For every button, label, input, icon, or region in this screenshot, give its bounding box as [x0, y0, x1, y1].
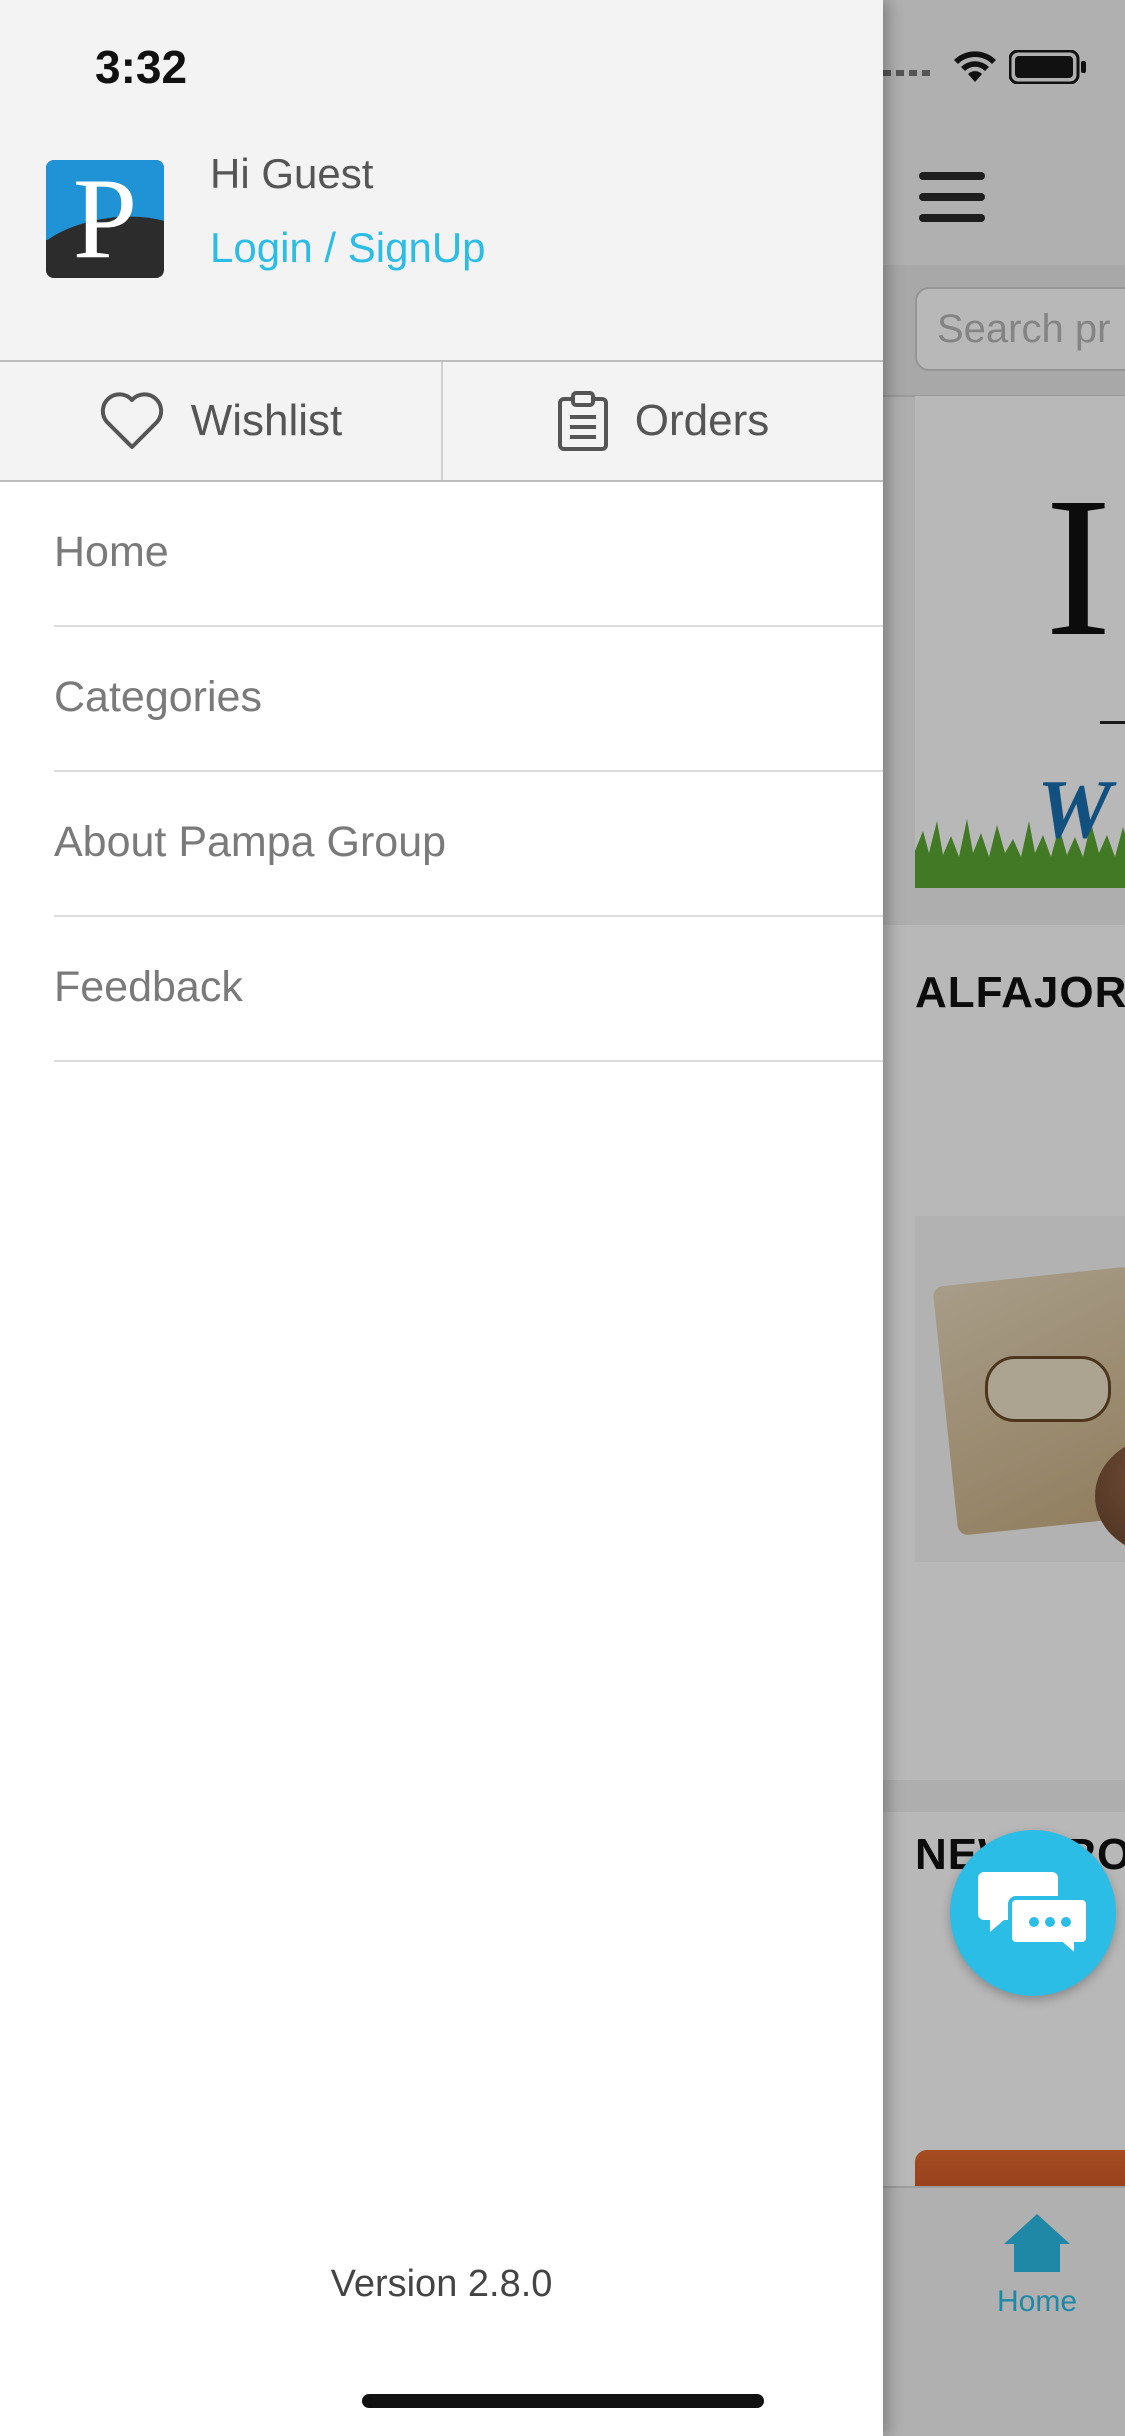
wifi-icon — [954, 51, 996, 82]
battery-icon — [1009, 50, 1086, 84]
home-icon — [1004, 2214, 1070, 2272]
wishlist-button[interactable]: Wishlist — [0, 362, 443, 480]
wishlist-label: Wishlist — [190, 396, 343, 445]
bottom-tab-bar: Home — [883, 2186, 1125, 2436]
product-card[interactable] — [915, 1216, 1125, 1562]
app-logo-letter: P — [72, 160, 138, 278]
chat-bubbles-icon — [978, 1872, 1090, 1960]
hamburger-menu-icon[interactable] — [919, 172, 985, 222]
orders-label: Orders — [634, 396, 770, 445]
app-logo: P — [46, 160, 164, 278]
heart-icon — [100, 392, 163, 449]
menu-item-categories[interactable]: Categories — [54, 627, 883, 772]
search-bar: Search pr — [883, 265, 1125, 397]
menu-item-label: Categories — [54, 673, 262, 721]
menu-item-label: Home — [54, 528, 169, 576]
app-version: Version 2.8.0 — [330, 2263, 553, 2305]
banner-script-text: W — [1037, 763, 1112, 856]
status-time: 3:32 — [95, 41, 188, 93]
drawer-header: 3:32 P Hi Guest Login / SignUp — [0, 0, 883, 362]
home-banner[interactable]: I W — [915, 396, 1125, 888]
chat-button[interactable] — [950, 1830, 1116, 1996]
status-bar-right — [883, 40, 1125, 100]
tab-home[interactable]: Home — [967, 2212, 1107, 2319]
drawer-menu: Home Categories About Pampa Group Feedba… — [0, 482, 883, 1062]
menu-item-home[interactable]: Home — [54, 482, 883, 627]
tab-home-label: Home — [996, 2285, 1078, 2318]
menu-item-about[interactable]: About Pampa Group — [54, 772, 883, 917]
drawer-quick-tabs: Wishlist Orders — [0, 362, 883, 482]
orders-button[interactable]: Orders — [443, 362, 883, 480]
clipboard-icon — [557, 391, 608, 451]
banner-logo-letter: I — [1045, 457, 1112, 678]
menu-item-label: About Pampa Group — [54, 818, 447, 866]
main-content: Search pr I W ALFAJOR NEW PRO Home — [883, 0, 1125, 2436]
menu-item-feedback[interactable]: Feedback — [54, 917, 883, 1062]
login-signup-link[interactable]: Login / SignUp — [210, 224, 486, 272]
search-input[interactable]: Search pr — [915, 287, 1125, 371]
product-bag-label — [985, 1356, 1111, 1422]
signal-icon — [883, 70, 933, 76]
home-indicator[interactable] — [362, 2394, 764, 2408]
menu-item-label: Feedback — [54, 963, 243, 1011]
side-drawer: 3:32 P Hi Guest Login / SignUp Wishlist … — [0, 0, 883, 2436]
greeting-text: Hi Guest — [210, 150, 374, 197]
section-title: ALFAJOR — [915, 968, 1125, 1017]
banner-divider — [1100, 721, 1125, 724]
